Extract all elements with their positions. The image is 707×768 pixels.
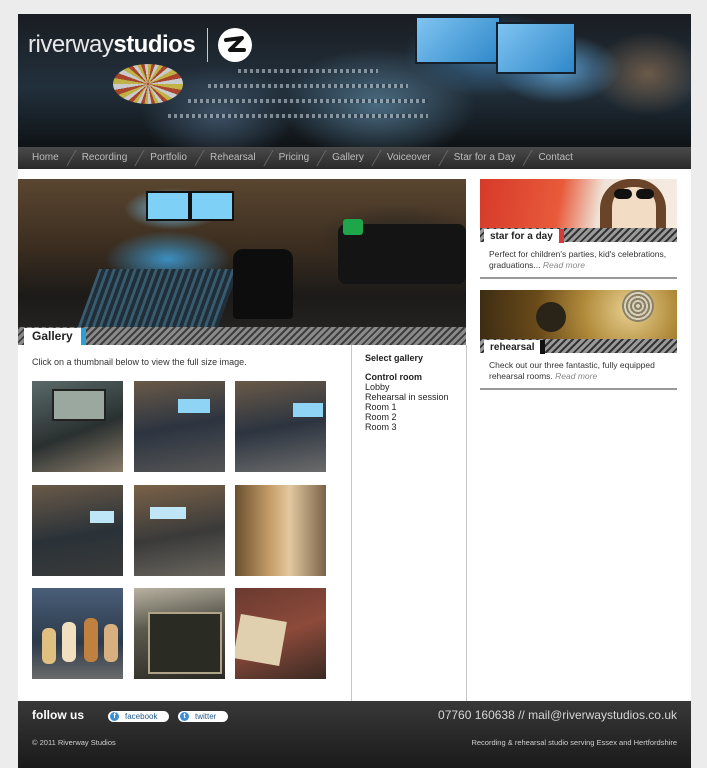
nav-rehearsal[interactable]: Rehearsal [196,147,265,169]
header-console-image [208,84,408,88]
header-monitor-image [415,16,501,64]
gallery-link-room-1[interactable]: Room 1 [365,402,449,412]
gallery-thumbnail[interactable] [134,485,225,576]
gallery-thumbnails: Click on a thumbnail below to view the f… [18,345,351,701]
nav-portfolio[interactable]: Portfolio [136,147,196,169]
twitter-button[interactable]: t twitter [178,711,229,722]
page-title: Gallery [24,328,86,345]
nav-pricing[interactable]: Pricing [265,147,319,169]
gallery-thumbnail[interactable] [32,381,123,472]
logo-word-light: riverway [28,31,114,58]
sidebar-divider [466,345,467,701]
nav-voiceover[interactable]: Voiceover [373,147,440,169]
gallery-link-room-3[interactable]: Room 3 [365,422,449,432]
promo-star-label: star for a day [484,229,564,243]
header-console-image [168,114,428,118]
facebook-label: facebook [125,712,158,721]
column-divider [351,345,352,701]
promo-star-for-a-day[interactable]: star for a day Perfect for children's pa… [480,179,677,279]
hero-monitor [190,191,234,221]
nav-contact[interactable]: Contact [524,147,581,169]
gallery-intro: Click on a thumbnail below to view the f… [32,357,247,367]
hero-chair [233,249,293,319]
main-nav: Home Recording Portfolio Rehearsal Prici… [18,147,691,169]
select-gallery-heading: Select gallery [365,353,424,363]
logo-word-bold: studios [113,31,196,58]
facebook-icon: f [110,712,119,721]
twitter-icon: t [180,712,189,721]
logo[interactable]: riverwaystudios [28,28,253,62]
header-console-image [238,69,378,73]
nav-home[interactable]: Home [18,147,68,169]
hero-image: Gallery [18,179,466,345]
main-content: Gallery Click on a thumbnail below to vi… [18,179,466,701]
gallery-thumbnail[interactable] [32,588,123,679]
gallery-thumbnail[interactable] [235,381,326,472]
nav-star-for-a-day[interactable]: Star for a Day [440,147,525,169]
gallery-thumbnail[interactable] [134,381,225,472]
page: riverwaystudios Home Recording Portfolio… [18,14,691,768]
logo-divider [207,28,209,62]
copyright: © 2011 Riverway Studios [32,738,116,747]
gallery-selector: Select gallery Control room Lobby Rehear… [365,353,449,432]
header-console-image [188,99,428,103]
gallery-thumbnail[interactable] [134,588,225,679]
header-monitor-image [496,22,576,74]
gallery-thumbnail[interactable] [235,588,326,679]
promo-rehearsal-text: Check out our three fantastic, fully equ… [489,360,675,381]
gallery-thumbnail[interactable] [32,485,123,576]
header-banner: riverwaystudios [18,14,691,147]
footer-tagline: Recording & rehearsal studio serving Ess… [471,738,677,747]
promo-rehearsal[interactable]: rehearsal Check out our three fantastic,… [480,290,677,390]
nav-gallery[interactable]: Gallery [318,147,373,169]
gallery-thumbnail[interactable] [235,485,326,576]
sidebar: star for a day Perfect for children's pa… [480,179,677,401]
hero-caption-bar: Gallery [18,327,466,345]
gallery-link-lobby[interactable]: Lobby [365,382,449,392]
twitter-label: twitter [195,712,217,721]
hero-pillow [343,219,363,235]
facebook-button[interactable]: f facebook [108,711,170,722]
nav-recording[interactable]: Recording [68,147,137,169]
logo-mark-icon [218,28,253,62]
promo-rehearsal-label: rehearsal [484,340,546,354]
hero-monitor [146,191,190,221]
hero-desk [77,269,239,329]
follow-us-label: follow us [32,708,84,722]
gallery-link-rehearsal-in-session[interactable]: Rehearsal in session [365,392,449,402]
promo-star-text: Perfect for children's parties, kid's ce… [489,249,675,270]
footer: follow us f facebook t twitter 07760 16063… [18,701,691,768]
promo-rehearsal-read-more-link[interactable]: Read more [555,371,597,381]
promo-star-read-more-link[interactable]: Read more [543,260,585,270]
contact-info[interactable]: 07760 160638 // mail@riverwaystudios.co.… [438,708,677,722]
logo-wordmark: riverwaystudios [28,30,196,60]
gallery-link-control-room[interactable]: Control room [365,372,449,382]
gallery-link-room-2[interactable]: Room 2 [365,412,449,422]
header-knobs-image [113,64,183,104]
